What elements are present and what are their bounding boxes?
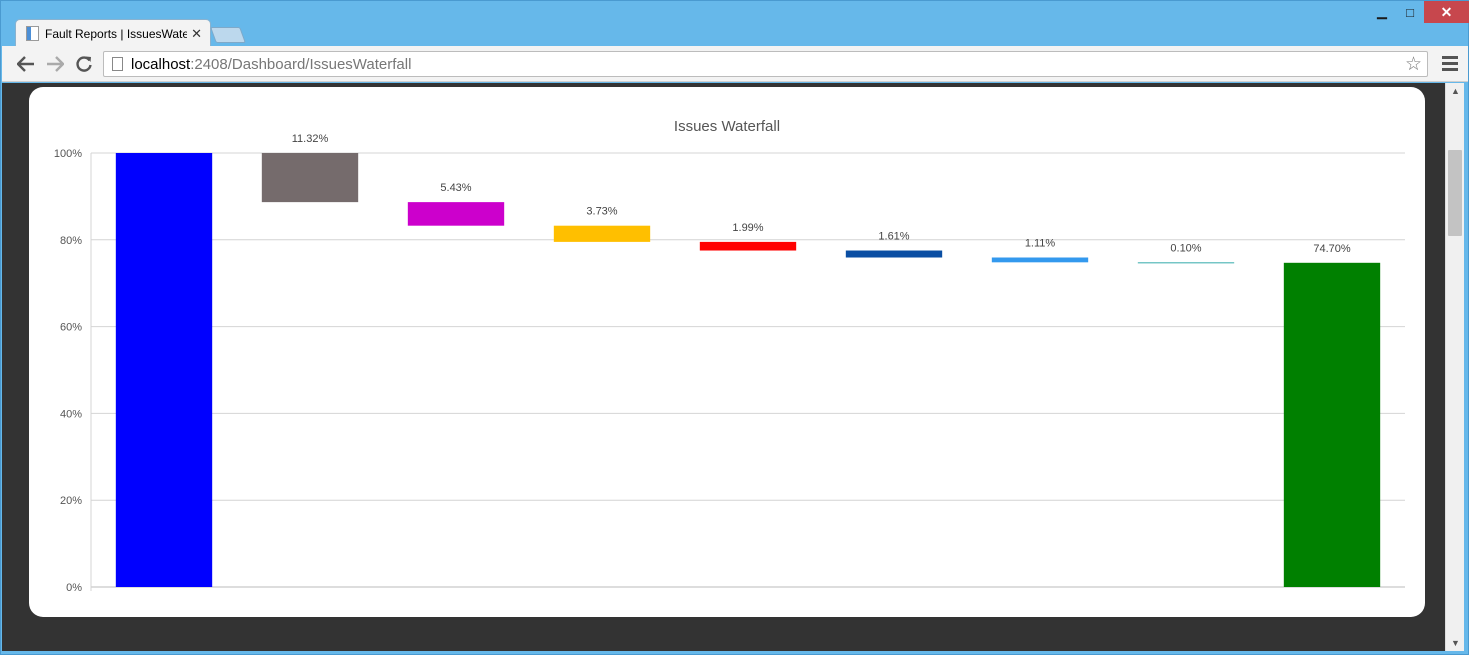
minimize-button[interactable]: ▁ <box>1368 1 1396 23</box>
waterfall-bar[interactable] <box>115 153 213 587</box>
waterfall-bar[interactable] <box>261 153 359 203</box>
bar-data-label: 5.43% <box>440 182 471 194</box>
new-tab-button[interactable] <box>210 27 246 43</box>
bookmark-star-icon[interactable]: ☆ <box>1405 53 1422 76</box>
waterfall-bar[interactable] <box>991 257 1089 263</box>
bar-data-label: 1.61% <box>878 231 909 243</box>
page-icon <box>112 57 123 71</box>
y-tick-label: 40% <box>60 408 82 420</box>
waterfall-bar[interactable] <box>407 202 505 226</box>
bar-data-label: 1.11% <box>1025 238 1056 250</box>
bar-data-label: 11.32% <box>292 133 329 145</box>
maximize-button[interactable]: □ <box>1396 1 1424 23</box>
y-tick-label: 100% <box>54 148 82 160</box>
hamburger-menu-icon[interactable] <box>1442 53 1458 73</box>
bar-data-label: 3.73% <box>586 206 617 218</box>
bar-data-label: 1.99% <box>732 222 763 234</box>
y-tick-label: 60% <box>60 322 82 334</box>
waterfall-bar[interactable] <box>845 250 943 258</box>
waterfall-bar[interactable] <box>699 241 797 251</box>
page-favicon-icon <box>26 26 39 41</box>
y-tick-label: 0% <box>66 582 82 594</box>
waterfall-bar[interactable] <box>1283 262 1381 587</box>
tab-close-icon[interactable]: ✕ <box>191 26 202 42</box>
y-tick-label: 20% <box>60 495 82 507</box>
url-host: localhost <box>131 55 191 73</box>
chart-title: Issues Waterfall <box>674 118 780 135</box>
tab-title: Fault Reports | IssuesWate <box>45 26 188 41</box>
y-tick-label: 80% <box>60 235 82 247</box>
bar-data-label: 74.70% <box>1313 243 1351 255</box>
chart-bars: 11.32% 5.43% 3.73% 1.99% 1.61% 1.11% 0.10% 74.7… <box>115 133 1381 587</box>
waterfall-bar[interactable] <box>1137 262 1235 264</box>
scroll-down-icon[interactable]: ▼ <box>1446 635 1465 651</box>
close-window-button[interactable]: ✕ <box>1424 1 1469 23</box>
address-bar[interactable]: localhost:2408/Dashboard/IssuesWaterfall… <box>103 51 1428 77</box>
chart-grid: 0% 20% 40% 60% 80% 100% <box>54 148 1405 594</box>
vertical-scrollbar[interactable]: ▲ ▼ <box>1445 83 1464 651</box>
bar-data-label: 0.10% <box>1170 242 1201 254</box>
forward-arrow-icon[interactable] <box>43 52 67 76</box>
browser-toolbar: localhost:2408/Dashboard/IssuesWaterfall… <box>2 46 1468 82</box>
url-path: :2408/Dashboard/IssuesWaterfall <box>190 55 412 73</box>
chart-card: Issues Waterfall 0% 20% 40% 60% 80% 100% 11.3… <box>29 87 1425 617</box>
back-arrow-icon[interactable] <box>14 52 38 76</box>
reload-icon[interactable] <box>72 52 96 76</box>
title-bar: Fault Reports | IssuesWate ✕ ▁ □ ✕ <box>1 1 1469 47</box>
scroll-thumb[interactable] <box>1448 150 1462 236</box>
waterfall-bar[interactable] <box>553 225 651 242</box>
page-viewport: Issues Waterfall 0% 20% 40% 60% 80% 100% 11.3… <box>2 83 1445 651</box>
browser-tab[interactable]: Fault Reports | IssuesWate ✕ <box>15 19 211 47</box>
waterfall-chart: Issues Waterfall 0% 20% 40% 60% 80% 100% 11.3… <box>54 118 1405 594</box>
window-controls: ▁ □ ✕ <box>1368 1 1469 23</box>
scroll-up-icon[interactable]: ▲ <box>1446 83 1465 99</box>
browser-window: Fault Reports | IssuesWate ✕ ▁ □ ✕ local… <box>0 0 1469 655</box>
